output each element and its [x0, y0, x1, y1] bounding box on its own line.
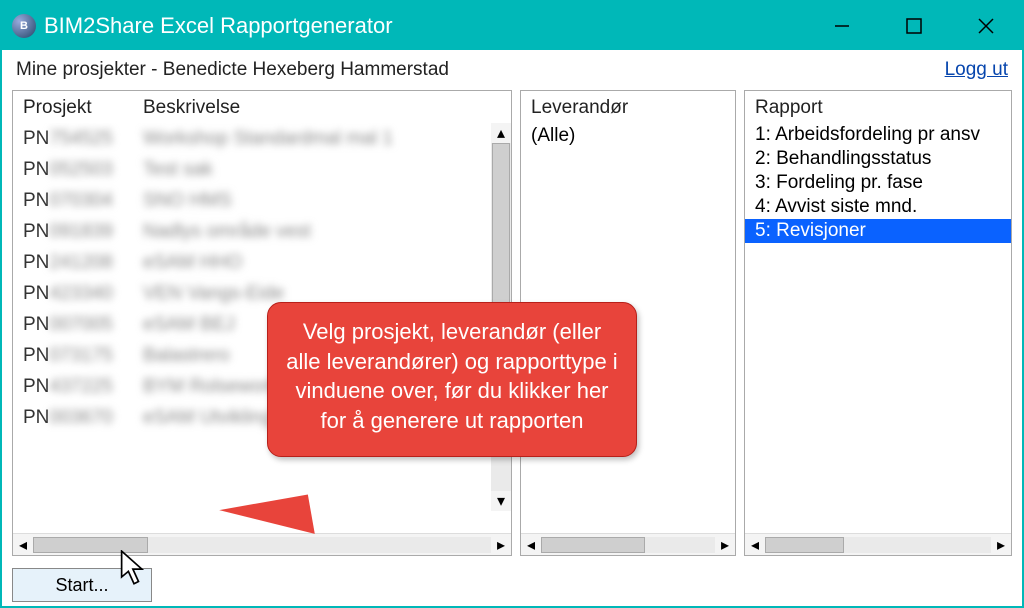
- table-row[interactable]: PN070304SNO HMS: [23, 185, 501, 216]
- col-header-description: Beskrivelse: [143, 97, 501, 119]
- table-row[interactable]: PN754525Workshop Standardmal mal 1: [23, 123, 501, 154]
- subheader: Mine prosjekter - Benedicte Hexeberg Ham…: [2, 50, 1022, 90]
- app-icon: B: [12, 14, 36, 38]
- close-button[interactable]: [950, 2, 1022, 50]
- supplier-header: Leverandør: [531, 97, 628, 119]
- start-button[interactable]: Start...: [12, 568, 152, 602]
- table-row[interactable]: PN052503Test sak: [23, 154, 501, 185]
- scroll-right-icon[interactable]: ▸: [715, 535, 735, 555]
- titlebar: B BIM2Share Excel Rapportgenerator: [2, 2, 1022, 50]
- scroll-right-icon[interactable]: ▸: [491, 535, 511, 555]
- logout-link[interactable]: Logg ut: [945, 59, 1008, 81]
- minimize-button[interactable]: [806, 2, 878, 50]
- supplier-hscrollbar[interactable]: ◂ ▸: [521, 533, 735, 555]
- scroll-right-icon[interactable]: ▸: [991, 535, 1011, 555]
- app-title: BIM2Share Excel Rapportgenerator: [44, 13, 393, 39]
- scroll-left-icon[interactable]: ◂: [521, 535, 541, 555]
- report-header: Rapport: [755, 97, 823, 119]
- list-item[interactable]: (Alle): [521, 123, 735, 149]
- scroll-left-icon[interactable]: ◂: [13, 535, 33, 555]
- table-row[interactable]: PN091839Nadlys område vest: [23, 216, 501, 247]
- col-header-project: Prosjekt: [23, 97, 143, 119]
- subheader-text: Mine prosjekter - Benedicte Hexeberg Ham…: [16, 59, 449, 81]
- instruction-callout: Velg prosjekt, leverandør (eller alle le…: [267, 302, 637, 457]
- list-item[interactable]: 3: Fordeling pr. fase: [745, 171, 1011, 195]
- scroll-down-icon[interactable]: ▾: [491, 491, 511, 511]
- list-item[interactable]: 4: Avvist siste mnd.: [745, 195, 1011, 219]
- maximize-button[interactable]: [878, 2, 950, 50]
- list-item[interactable]: 1: Arbeidsfordeling pr ansv: [745, 123, 1011, 147]
- scroll-left-icon[interactable]: ◂: [745, 535, 765, 555]
- report-panel: Rapport 1: Arbeidsfordeling pr ansv2: Be…: [744, 90, 1012, 556]
- list-item[interactable]: 5: Revisjoner: [745, 219, 1011, 243]
- app-window: B BIM2Share Excel Rapportgenerator Mine …: [0, 0, 1024, 608]
- list-item[interactable]: 2: Behandlingsstatus: [745, 147, 1011, 171]
- report-hscrollbar[interactable]: ◂ ▸: [745, 533, 1011, 555]
- scroll-up-icon[interactable]: ▴: [491, 123, 511, 143]
- table-row[interactable]: PN241208eSAM HHO: [23, 247, 501, 278]
